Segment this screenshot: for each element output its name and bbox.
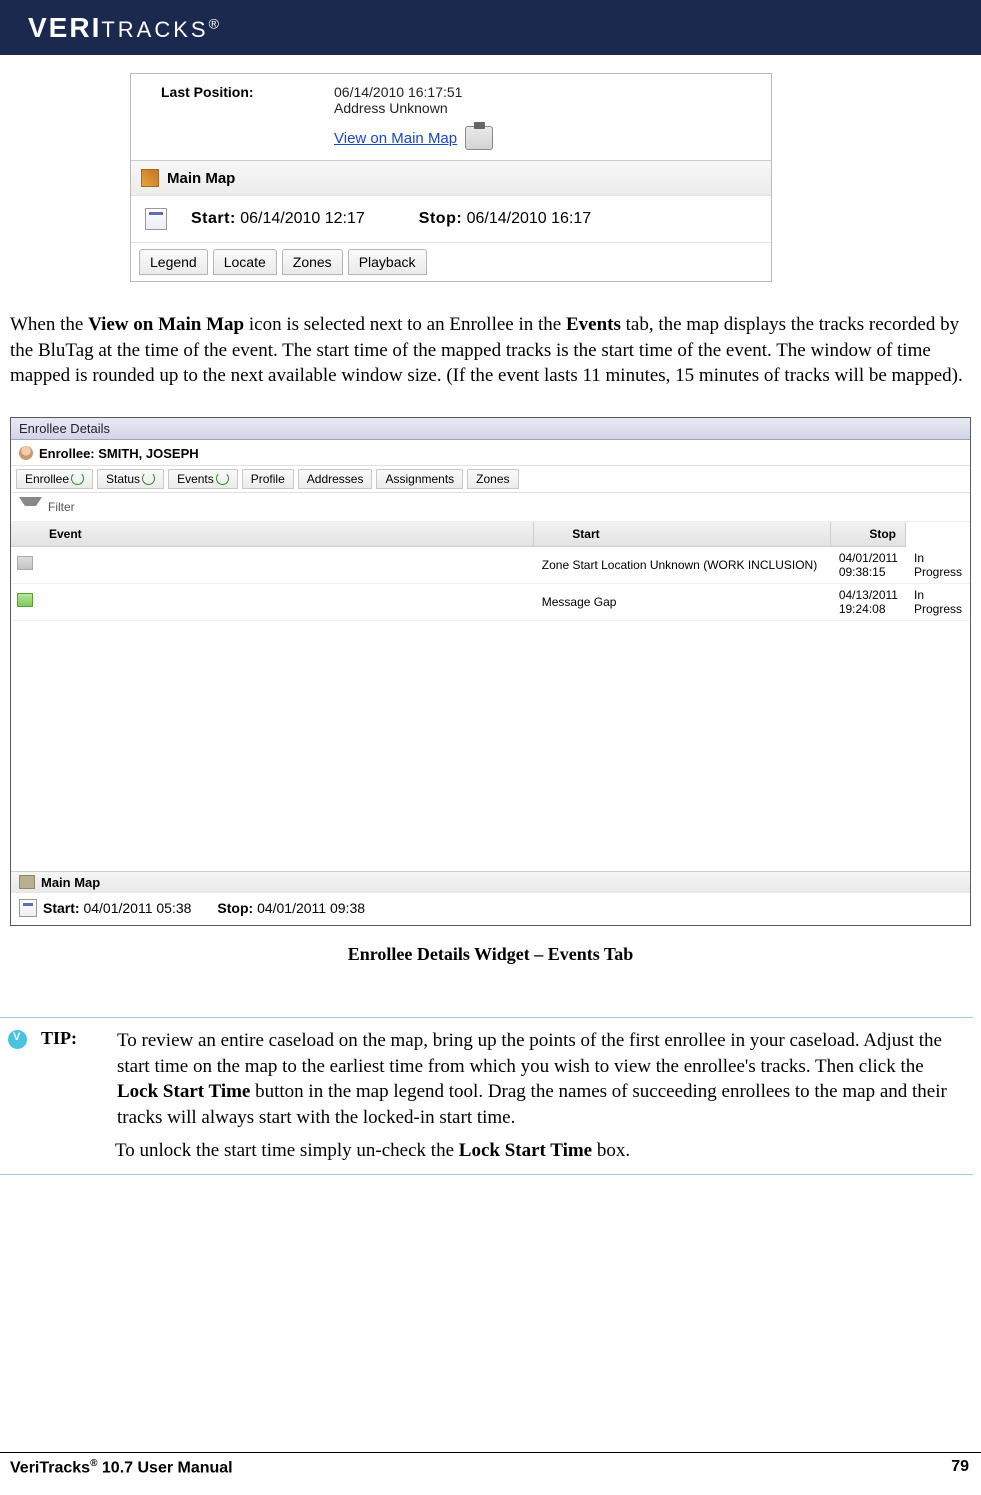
refresh-icon bbox=[142, 472, 155, 485]
tip-block: TIP: To review an entire caseload on the… bbox=[0, 1017, 973, 1175]
map-tabs: Legend Locate Zones Playback bbox=[131, 242, 771, 281]
view-on-main-map-link[interactable]: View on Main Map bbox=[334, 126, 493, 150]
last-position-label: Last Position: bbox=[161, 84, 334, 116]
tab-zones2[interactable]: Zones bbox=[467, 469, 518, 489]
widget-subtitle: Enrollee: SMITH, JOSEPH bbox=[11, 440, 970, 466]
tab-legend[interactable]: Legend bbox=[139, 249, 208, 275]
row-status-icon bbox=[17, 593, 33, 607]
tip-label: TIP: bbox=[41, 1028, 103, 1049]
tab-zones[interactable]: Zones bbox=[282, 249, 343, 275]
footer-title: VeriTracks® 10.7 User Manual bbox=[10, 1458, 233, 1477]
col-start[interactable]: Start bbox=[534, 522, 831, 547]
screenshot-main-map-widget: Last Position: 06/14/2010 16:17:51 Addre… bbox=[130, 73, 772, 282]
page-footer: VeriTracks® 10.7 User Manual 79 bbox=[0, 1452, 981, 1495]
tip-text-2: To unlock the start time simply un-check… bbox=[0, 1130, 973, 1164]
cell-event: Zone Start Location Unknown (WORK INCLUS… bbox=[534, 546, 831, 583]
row-status-icon bbox=[17, 556, 33, 570]
tab-assignments[interactable]: Assignments bbox=[376, 469, 463, 489]
table-row[interactable]: Zone Start Location Unknown (WORK INCLUS… bbox=[11, 546, 970, 583]
last-position-address: Address Unknown bbox=[334, 100, 462, 116]
logo: VERITRACKS® bbox=[28, 12, 222, 44]
camera-icon bbox=[465, 126, 493, 150]
cell-event: Message Gap bbox=[534, 583, 831, 620]
page-number: 79 bbox=[951, 1458, 969, 1477]
refresh-icon bbox=[71, 472, 84, 485]
tip-text-1: To review an entire caseload on the map,… bbox=[117, 1028, 967, 1131]
last-position-timestamp: 06/14/2010 16:17:51 bbox=[334, 84, 462, 100]
col-event[interactable]: Event bbox=[11, 522, 534, 547]
cell-start: 04/01/2011 09:38:15 bbox=[831, 546, 906, 583]
time-range-bar: Start: 06/14/2010 12:17 Stop: 06/14/2010… bbox=[131, 195, 771, 242]
refresh-icon bbox=[216, 472, 229, 485]
body-paragraph-1: When the View on Main Map icon is select… bbox=[0, 282, 981, 397]
tab-profile[interactable]: Profile bbox=[242, 469, 294, 489]
map-icon bbox=[141, 169, 159, 187]
tip-icon bbox=[8, 1030, 27, 1049]
calendar-icon[interactable] bbox=[145, 208, 167, 230]
cell-start: 04/13/2011 19:24:08 bbox=[831, 583, 906, 620]
time-range-bar-2: Start: 04/01/2011 05:38 Stop: 04/01/2011… bbox=[11, 893, 970, 925]
brand-header: VERITRACKS® bbox=[0, 0, 981, 55]
map-icon bbox=[19, 875, 35, 889]
tab-addresses[interactable]: Addresses bbox=[298, 469, 373, 489]
tab-playback[interactable]: Playback bbox=[348, 249, 427, 275]
tab-locate[interactable]: Locate bbox=[213, 249, 277, 275]
col-stop[interactable]: Stop bbox=[831, 522, 906, 547]
main-map-header-2: Main Map bbox=[11, 871, 970, 893]
main-map-header: Main Map bbox=[131, 160, 771, 195]
tab-events[interactable]: Events bbox=[168, 469, 238, 489]
tab-enrollee[interactable]: Enrollee bbox=[16, 469, 93, 489]
filter-icon bbox=[19, 497, 42, 517]
detail-tabs: Enrollee Status Events Profile Addresses… bbox=[11, 466, 970, 493]
widget-title: Enrollee Details bbox=[11, 418, 970, 440]
cell-stop: In Progress bbox=[906, 583, 970, 620]
tab-status[interactable]: Status bbox=[97, 469, 164, 489]
screenshot-enrollee-details: Enrollee Details Enrollee: SMITH, JOSEPH… bbox=[10, 417, 971, 926]
calendar-icon[interactable] bbox=[19, 899, 37, 917]
filter-row[interactable]: Filter bbox=[11, 493, 970, 522]
table-blank-area bbox=[11, 621, 970, 871]
person-icon bbox=[19, 446, 33, 460]
table-row[interactable]: Message Gap04/13/2011 19:24:08In Progres… bbox=[11, 583, 970, 620]
cell-stop: In Progress bbox=[906, 546, 970, 583]
figure-caption: Enrollee Details Widget – Events Tab bbox=[0, 932, 981, 1005]
events-table: Event Start Stop Zone Start Location Unk… bbox=[11, 522, 970, 621]
